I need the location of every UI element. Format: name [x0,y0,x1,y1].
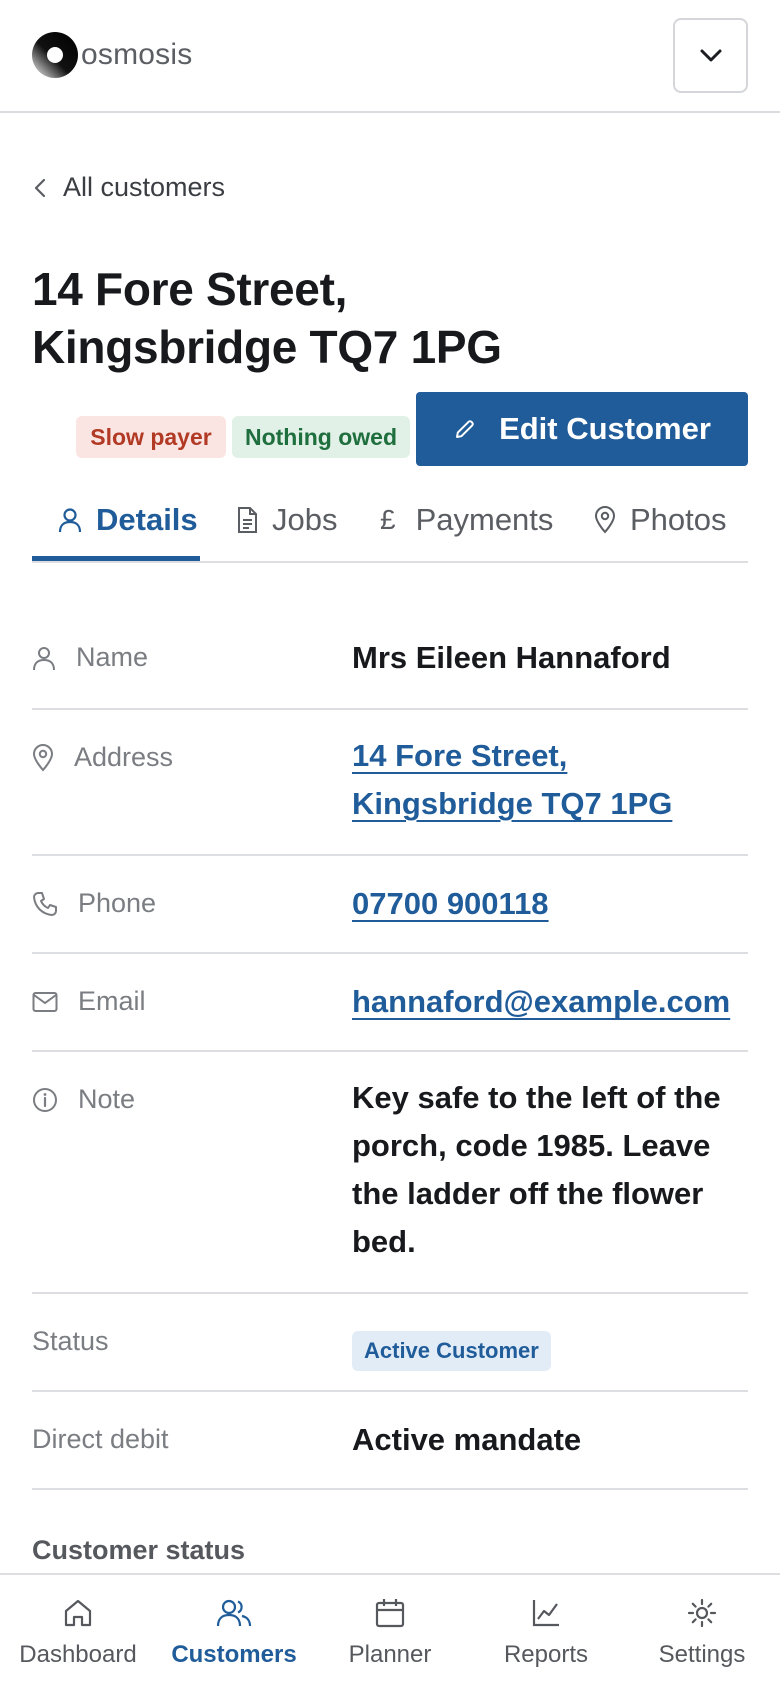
chevron-down-icon [700,49,721,61]
tab-payments[interactable]: £ Payments [380,502,553,538]
address-label-text: Address [74,742,174,772]
brand-logo[interactable]: osmosis [31,31,192,79]
detail-row-name: Name Mrs Eileen Hannaford [32,610,748,710]
customer-status-heading: Customer status [32,1535,246,1565]
users-icon [216,1599,252,1627]
nav-reports[interactable]: Reports [468,1575,624,1688]
email-label: Email [32,986,146,1017]
customer-name: Mrs Eileen Hannaford [352,640,671,675]
detail-row-address: Address 14 Fore Street, Kingsbridge TQ7 … [32,710,748,856]
tab-jobs-label: Jobs [272,502,338,537]
direct-debit-label: Direct debit [32,1424,169,1454]
nothing-owed-badge: Nothing owed [232,416,410,458]
osmosis-logo-icon [32,32,78,78]
status-badge: Active Customer [352,1331,551,1371]
direct-debit-value: Active mandate [352,1422,582,1457]
pencil-icon [456,420,474,438]
status-label: Status [32,1326,109,1356]
nav-customers[interactable]: Customers [156,1575,312,1688]
tab-photos-label: Photos [630,502,727,537]
gear-icon [687,1598,717,1628]
app-header: osmosis [0,0,780,113]
phone-label: Phone [32,888,156,919]
nav-planner[interactable]: Planner [312,1575,468,1688]
bottom-navigation: Dashboard Customers Planner Reports Sett… [0,1573,780,1688]
envelope-icon [32,991,58,1012]
note-label: Note [32,1084,135,1115]
chart-icon [532,1600,559,1627]
customer-note: Key safe to the left of the porch, code … [352,1080,721,1259]
brand-name: osmosis [81,38,193,71]
detail-row-note: Note Key safe to the left of the porch, … [32,1052,748,1294]
person-icon [33,646,55,670]
account-menu-button[interactable] [673,18,748,93]
back-link-label: All customers [63,172,226,202]
status-value: Active Customer [352,1324,748,1372]
nav-dashboard-label: Dashboard [19,1641,137,1668]
detail-row-direct-debit: Direct debit Active mandate [32,1392,748,1490]
tab-jobs[interactable]: Jobs [236,502,337,538]
email-label-text: Email [78,986,146,1016]
nav-settings[interactable]: Settings [624,1575,780,1688]
page-title: 14 Fore Street, Kingsbridge TQ7 1PG [32,260,732,376]
customer-tabs: Details Jobs £ Payments Photos [32,492,748,563]
tab-payments-label: Payments [415,502,554,537]
nav-planner-label: Planner [348,1641,432,1668]
nav-customers-label: Customers [171,1641,297,1668]
location-pin-icon [594,506,616,534]
calendar-icon [375,1599,405,1628]
edit-customer-button[interactable]: Edit Customer [416,392,748,466]
tab-photos[interactable]: Photos [594,502,727,538]
customer-phone-link[interactable]: 07700 900118 [352,880,748,928]
tab-details-label: Details [96,502,198,537]
slow-payer-badge: Slow payer [76,416,226,458]
back-to-customers-link[interactable]: All customers [33,172,225,203]
info-icon [33,1087,57,1112]
home-icon [64,1599,92,1627]
page-title-line2: Kingsbridge TQ7 1PG [32,321,502,373]
name-label: Name [32,642,148,673]
phone-label-text: Phone [78,888,157,918]
address-label: Address [32,742,173,773]
chevron-left-icon [34,178,46,197]
note-label-text: Note [78,1084,136,1114]
person-icon [58,508,82,533]
nav-reports-label: Reports [503,1641,589,1668]
nav-dashboard[interactable]: Dashboard [0,1575,156,1688]
customer-address-link[interactable]: 14 Fore Street, Kingsbridge TQ7 1PG [352,732,748,828]
detail-row-status: Status Active Customer [32,1294,748,1392]
customer-email-link[interactable]: hannaford@example.com [352,978,752,1026]
phone-icon [33,891,57,916]
nav-settings-label: Settings [658,1641,746,1668]
document-icon [238,507,257,533]
tab-details[interactable]: Details [58,502,198,538]
address-line1: 14 Fore Street, [352,738,568,773]
pound-icon: £ [380,504,396,535]
name-label-text: Name [76,642,149,672]
edit-customer-label: Edit Customer [499,411,711,446]
active-tab-indicator [32,556,200,561]
page-title-line1: 14 Fore Street, [32,263,348,315]
detail-row-phone: Phone 07700 900118 [32,856,748,954]
location-pin-icon [32,743,54,771]
detail-row-email: Email hannaford@example.com [32,954,748,1052]
address-line2: Kingsbridge TQ7 1PG [352,786,673,821]
